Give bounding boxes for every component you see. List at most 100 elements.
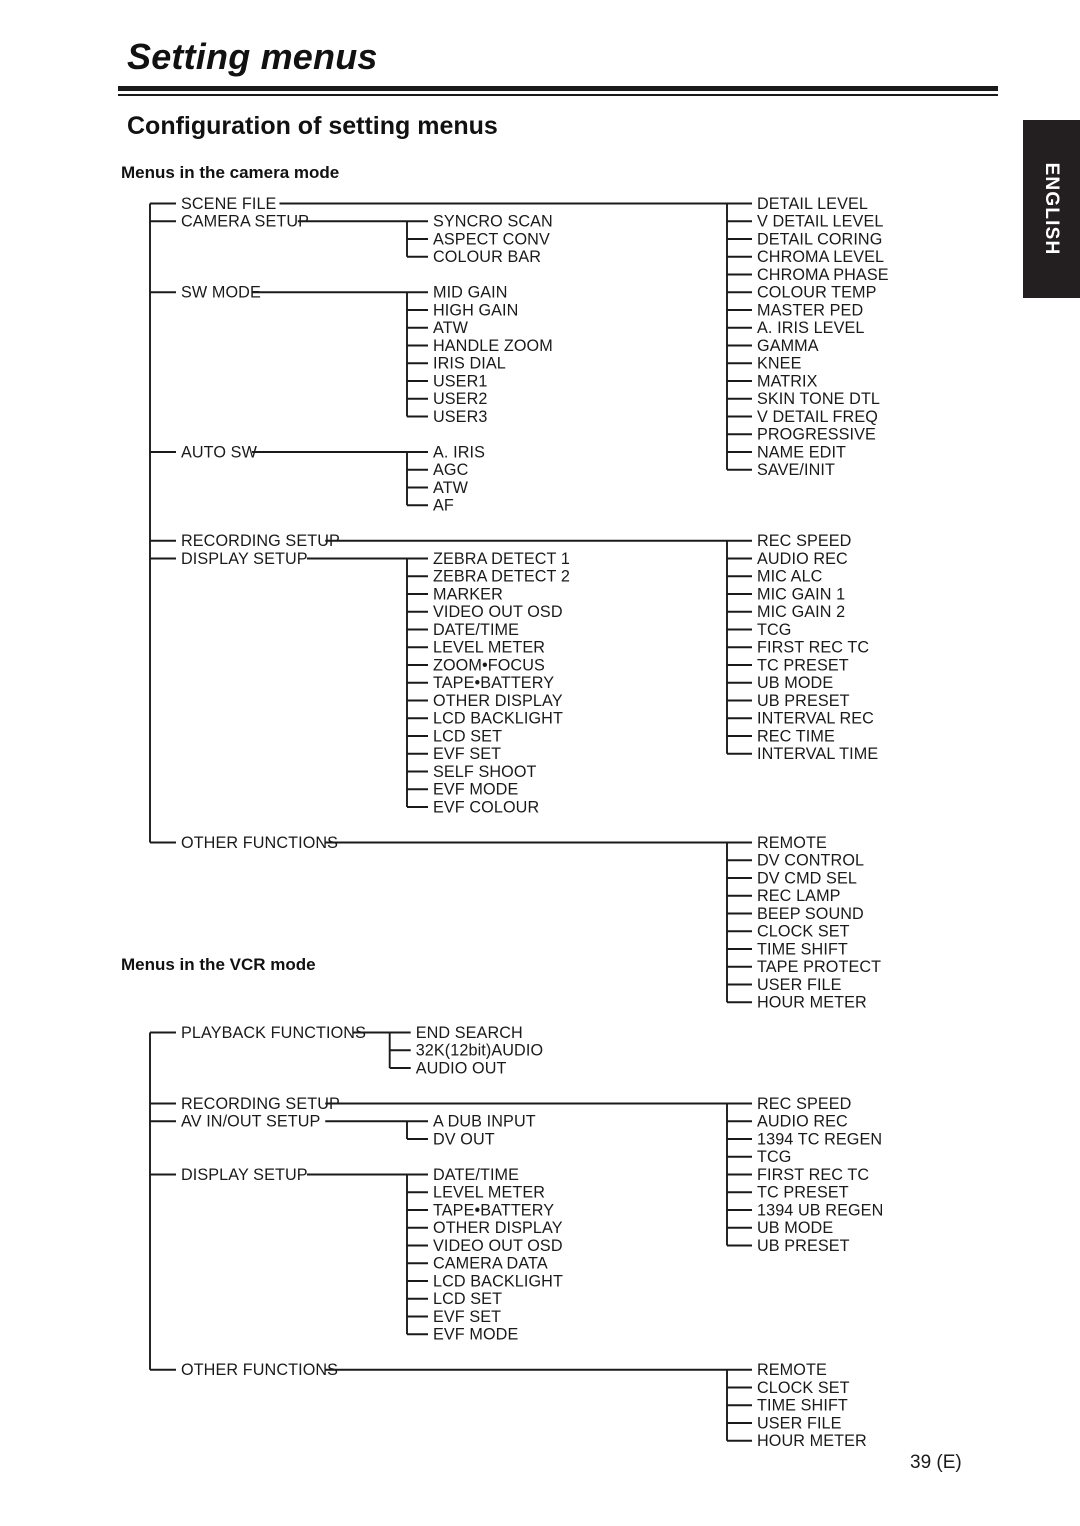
tree-child-label: USER2 xyxy=(433,390,487,408)
tree-child-label: DV OUT xyxy=(433,1130,495,1148)
tree-child-label: USER FILE xyxy=(757,1414,842,1432)
tree-child-label: ASPECT CONV xyxy=(433,230,550,248)
tree-child-label: USER FILE xyxy=(757,976,842,994)
tree-child-label: ATW xyxy=(433,479,469,497)
tree-child-label: KNEE xyxy=(757,355,802,373)
tree-child-label: CHROMA PHASE xyxy=(757,266,889,284)
tree-child-label: USER1 xyxy=(433,372,487,390)
tree-child-label: COLOUR BAR xyxy=(433,248,541,266)
tree-child-label: ZOOM•FOCUS xyxy=(433,656,545,674)
tree-child-label: COLOUR TEMP xyxy=(757,284,877,302)
tree-group-label: RECORDING SETUP xyxy=(181,532,340,550)
tree-child-label: SAVE/INIT xyxy=(757,461,835,479)
tree-group-label: OTHER FUNCTIONS xyxy=(181,834,338,852)
tree-child-label: AUDIO REC xyxy=(757,1113,848,1131)
tree-child-label: FIRST REC TC xyxy=(757,639,869,657)
tree-child-label: END SEARCH xyxy=(416,1024,523,1042)
tree-child-label: V DETAIL LEVEL xyxy=(757,213,883,231)
tree-child-label: MATRIX xyxy=(757,372,818,390)
tree-child-label: HIGH GAIN xyxy=(433,301,518,319)
tree-child-label: ZEBRA DETECT 1 xyxy=(433,550,570,568)
tree-child-label: CHROMA LEVEL xyxy=(757,248,884,266)
tree-group-label: SCENE FILE xyxy=(181,195,277,213)
tree-child-label: TAPE•BATTERY xyxy=(433,674,554,692)
tree-child-label: BEEP SOUND xyxy=(757,905,864,923)
tree-child-label: DV CONTROL xyxy=(757,852,864,870)
tree-child-label: AUDIO REC xyxy=(757,550,848,568)
tree-child-label: TIME SHIFT xyxy=(757,1397,848,1415)
tree-child-label: MASTER PED xyxy=(757,301,863,319)
tree-child-label: HOUR METER xyxy=(757,1432,867,1450)
tree-child-label: SYNCRO SCAN xyxy=(433,213,553,231)
page-number: 39 (E) xyxy=(910,1452,962,1473)
tree-child-label: HOUR METER xyxy=(757,994,867,1012)
tree-child-label: V DETAIL FREQ xyxy=(757,408,878,426)
tree-child-label: LEVEL METER xyxy=(433,1184,545,1202)
tree-child-label: FIRST REC TC xyxy=(757,1166,869,1184)
tree-child-label: UB PRESET xyxy=(757,1237,850,1255)
tree-child-label: INTERVAL TIME xyxy=(757,745,878,763)
tree-child-label: OTHER DISPLAY xyxy=(433,692,563,710)
tree-child-label: USER3 xyxy=(433,408,487,426)
tree-child-label: LCD SET xyxy=(433,727,502,745)
tree-child-label: ATW xyxy=(433,319,469,337)
tree-child-label: TC PRESET xyxy=(757,1184,849,1202)
tree-child-label: 32K(12bit)AUDIO xyxy=(416,1042,543,1060)
tree-group-label: DISPLAY SETUP xyxy=(181,550,308,568)
tree-child-label: NAME EDIT xyxy=(757,443,846,461)
tree-child-label: DETAIL LEVEL xyxy=(757,195,868,213)
tree-child-label: OTHER DISPLAY xyxy=(433,1219,563,1237)
tree-child-label: UB MODE xyxy=(757,1219,833,1237)
tree-child-label: 1394 TC REGEN xyxy=(757,1130,882,1148)
tree-child-label: AUDIO OUT xyxy=(416,1059,507,1077)
tree-child-label: UB MODE xyxy=(757,674,833,692)
tree-child-label: MIC GAIN 2 xyxy=(757,603,845,621)
tree-child-label: A. IRIS LEVEL xyxy=(757,319,864,337)
tree-child-label: EVF MODE xyxy=(433,781,518,799)
tree-child-label: HANDLE ZOOM xyxy=(433,337,553,355)
tree-child-label: LCD SET xyxy=(433,1290,502,1308)
tree-child-label: TCG xyxy=(757,1148,791,1166)
tree-group-label: RECORDING SETUP xyxy=(181,1095,340,1113)
tree-group-label: AUTO SW xyxy=(181,443,258,461)
tree-child-label: REC LAMP xyxy=(757,887,841,905)
tree-child-label: CLOCK SET xyxy=(757,1379,850,1397)
menu-tree-diagram: SCENE FILE DETAIL LEVELV DETAIL LEVELDETA… xyxy=(149,195,889,1450)
tree-child-label: IRIS DIAL xyxy=(433,355,506,373)
tree-child-label: MID GAIN xyxy=(433,284,508,302)
tree-group-label: DISPLAY SETUP xyxy=(181,1166,308,1184)
tree-child-label: GAMMA xyxy=(757,337,819,355)
tree-child-label: LCD BACKLIGHT xyxy=(433,1272,563,1290)
tree-child-label: ZEBRA DETECT 2 xyxy=(433,568,570,586)
tree-child-label: CLOCK SET xyxy=(757,923,850,941)
tree-child-label: REC SPEED xyxy=(757,1095,851,1113)
tree-child-label: TAPE PROTECT xyxy=(757,958,881,976)
tree-group-label: OTHER FUNCTIONS xyxy=(181,1361,338,1379)
tree-child-label: DETAIL CORING xyxy=(757,230,882,248)
tree-child-label: MARKER xyxy=(433,585,503,603)
tree-child-label: AGC xyxy=(433,461,469,479)
tree-child-label: VIDEO OUT OSD xyxy=(433,603,563,621)
tree-child-label: SELF SHOOT xyxy=(433,763,537,781)
tree-child-label: A DUB INPUT xyxy=(433,1113,536,1131)
tree-child-label: TAPE•BATTERY xyxy=(433,1201,554,1219)
tree-group-label: PLAYBACK FUNCTIONS xyxy=(181,1024,366,1042)
tree-child-label: PROGRESSIVE xyxy=(757,426,876,444)
tree-child-label: VIDEO OUT OSD xyxy=(433,1237,563,1255)
tree-child-label: REC SPEED xyxy=(757,532,851,550)
tree-child-label: INTERVAL REC xyxy=(757,710,874,728)
tree-child-label: MIC GAIN 1 xyxy=(757,585,845,603)
tree-group-label: CAMERA SETUP xyxy=(181,213,309,231)
tree-child-label: CAMERA DATA xyxy=(433,1255,548,1273)
tree-child-label: EVF MODE xyxy=(433,1326,518,1344)
tree-group-label: SW MODE xyxy=(181,284,261,302)
tree-child-label: TIME SHIFT xyxy=(757,940,848,958)
tree-child-label: TC PRESET xyxy=(757,656,849,674)
tree-group-label: AV IN/OUT SETUP xyxy=(181,1113,320,1131)
tree-child-label: A. IRIS xyxy=(433,443,485,461)
tree-child-label: DATE/TIME xyxy=(433,1166,519,1184)
tree-child-label: EVF SET xyxy=(433,1308,501,1326)
tree-child-label: LCD BACKLIGHT xyxy=(433,710,563,728)
tree-child-label: DATE/TIME xyxy=(433,621,519,639)
tree-child-label: UB PRESET xyxy=(757,692,850,710)
